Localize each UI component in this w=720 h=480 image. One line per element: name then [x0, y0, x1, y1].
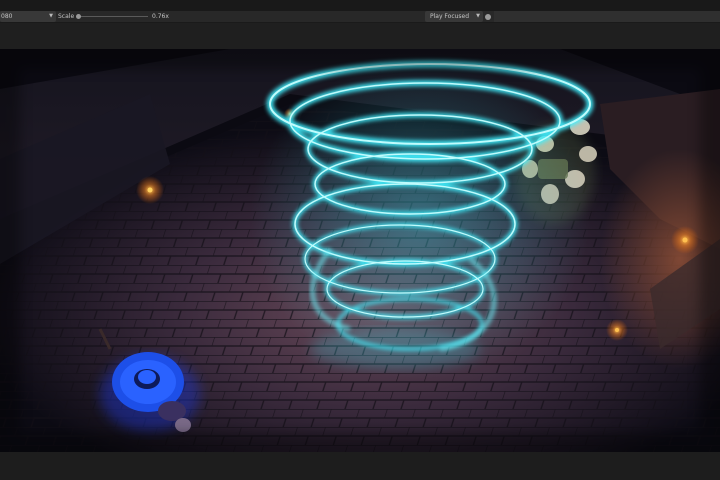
circle-toggle-icon[interactable]	[485, 13, 491, 20]
lower-torch-flame	[615, 328, 619, 332]
bottom-status-bar	[0, 452, 720, 480]
game-scene	[0, 49, 720, 452]
tornado-spell-effect	[250, 59, 594, 379]
toolbar-spacer	[0, 23, 720, 49]
game-viewport[interactable]	[0, 49, 720, 452]
game-view-toolbar: 080 ▼ Scale 0.76x Play Focused ▼	[0, 11, 720, 23]
scale-slider-track	[78, 16, 148, 17]
toolbar-filler	[494, 11, 720, 22]
scale-value: 0.76x	[152, 13, 169, 20]
scale-label: Scale	[58, 13, 75, 20]
chevron-down-icon: ▼	[476, 13, 480, 19]
left-torch-flame	[147, 187, 153, 193]
resolution-label: 080	[1, 13, 13, 20]
scale-slider[interactable]	[76, 11, 148, 22]
play-mode-label: Play Focused	[430, 13, 470, 20]
play-mode-dropdown[interactable]: Play Focused ▼	[425, 11, 483, 22]
chevron-down-icon: ▼	[49, 13, 53, 19]
scale-slider-thumb[interactable]	[76, 14, 81, 19]
resolution-dropdown[interactable]: 080 ▼	[0, 11, 56, 22]
right-torch-flame	[682, 237, 688, 243]
editor-title-bar	[0, 0, 720, 11]
